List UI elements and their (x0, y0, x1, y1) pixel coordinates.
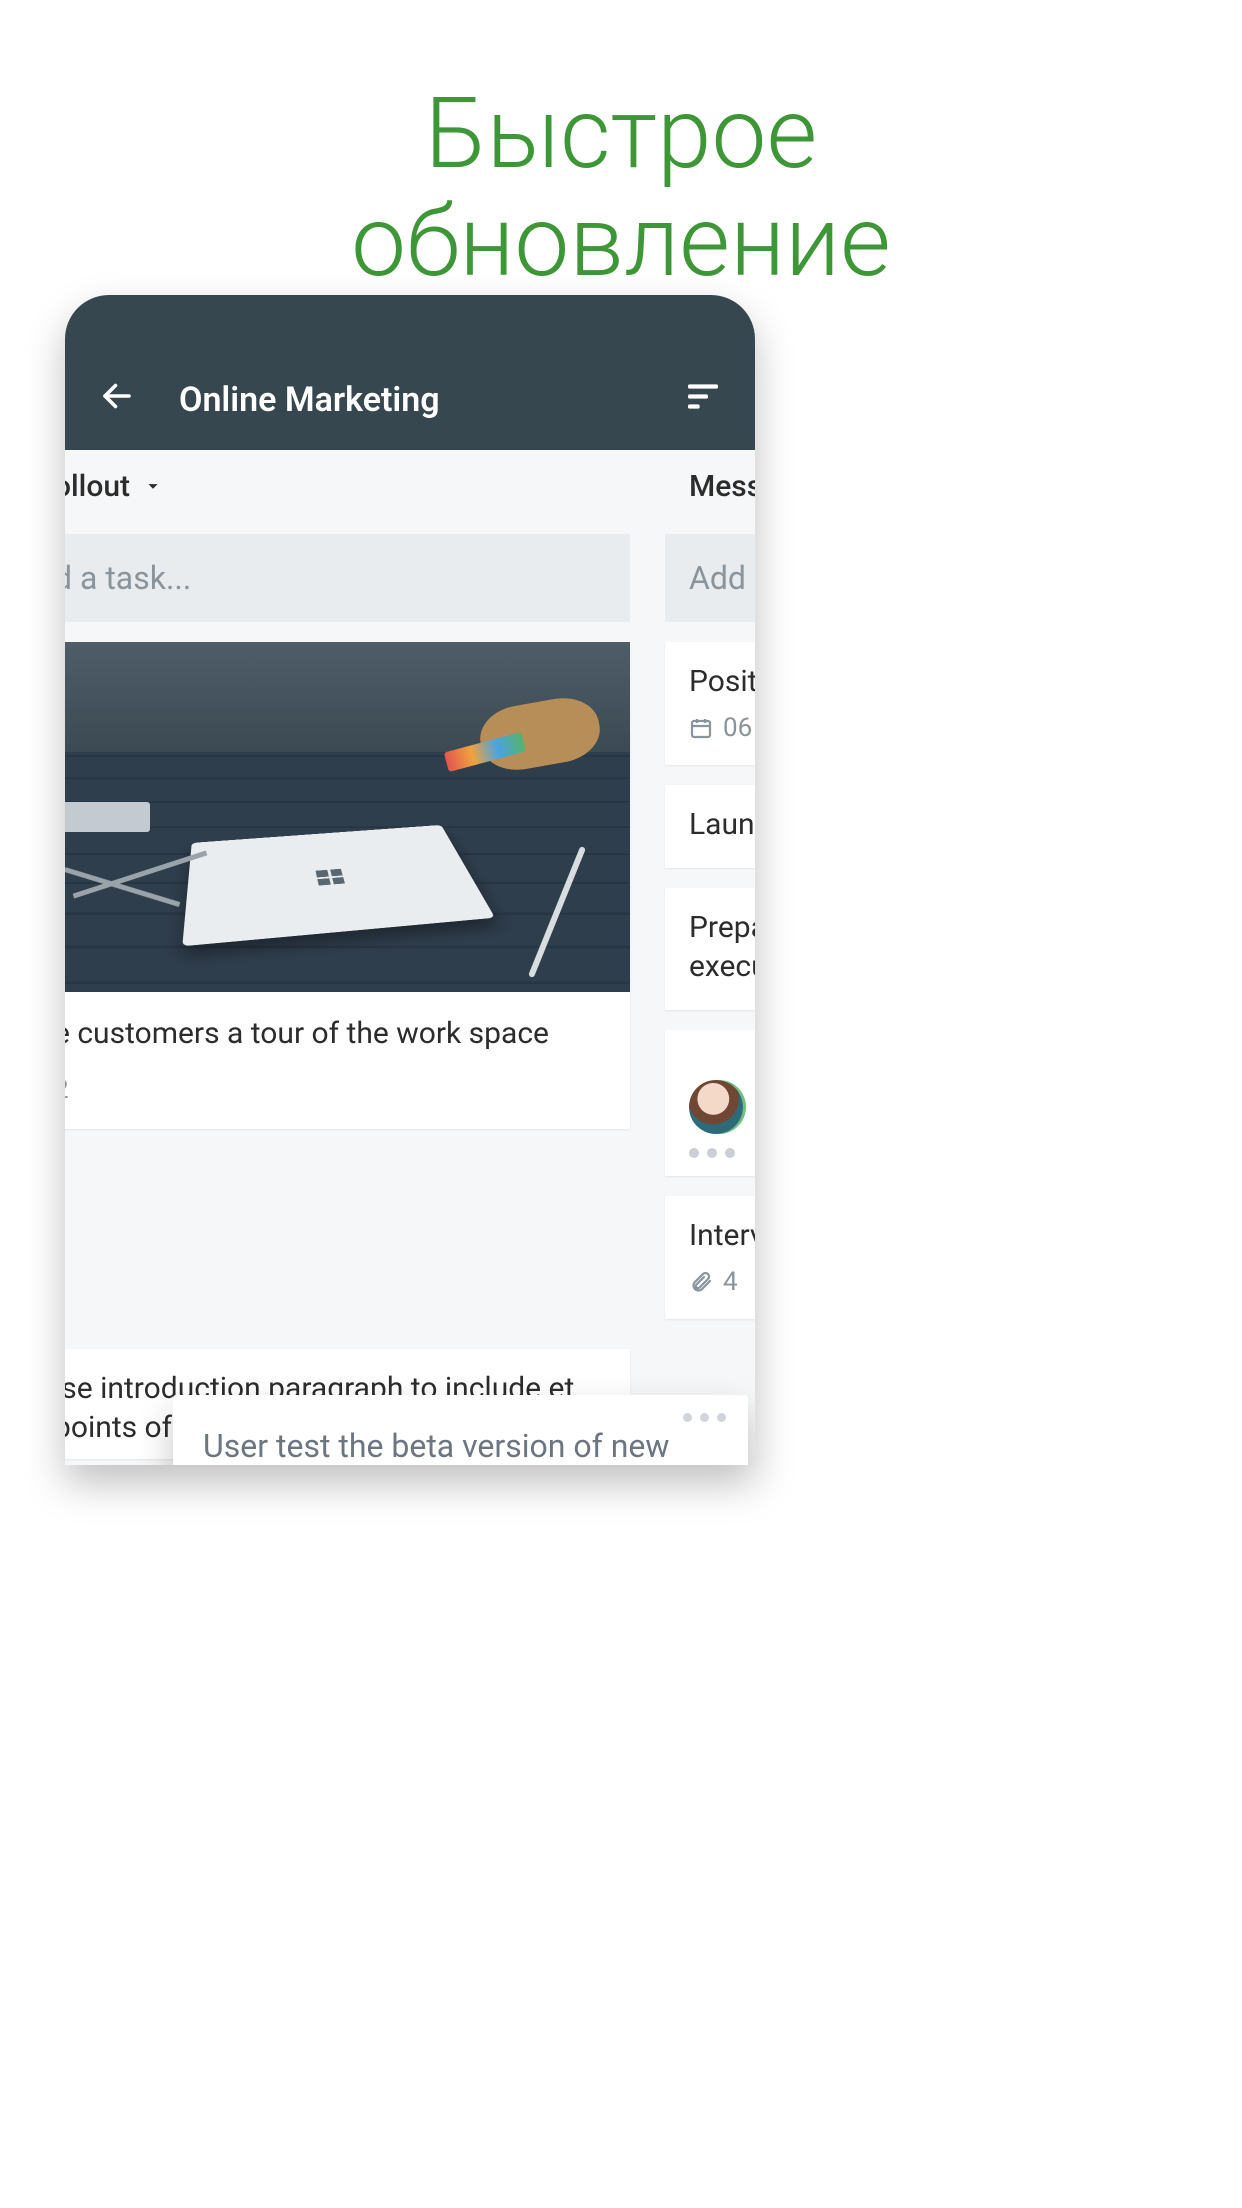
assignee-avatar (689, 1080, 743, 1134)
column-messaging: Messag Add a Posit 06 Laun (665, 450, 755, 1319)
column-header[interactable]: Messag (665, 450, 755, 522)
back-button[interactable] (93, 372, 141, 420)
chevron-down-icon (142, 475, 164, 497)
task-card[interactable]: Laun (665, 785, 755, 868)
add-task-input[interactable]: d a task... (65, 534, 630, 622)
add-task-input[interactable]: Add a (665, 534, 755, 622)
task-card[interactable]: Posit 06 (665, 642, 755, 765)
sort-button[interactable] (679, 372, 727, 420)
column-name: ollout (65, 469, 130, 504)
paperclip-icon (689, 1270, 713, 1294)
date-text: 06 (723, 713, 752, 743)
due-date: 06 (689, 713, 752, 743)
attachments: 4 (689, 1267, 738, 1297)
hero-line2: обновление (0, 188, 1242, 296)
column-rollout: ollout d a task... (65, 450, 630, 1459)
task-card[interactable]: Prepa execu (665, 888, 755, 1010)
drop-placeholder (65, 1129, 630, 1329)
add-task-placeholder: d a task... (65, 559, 191, 597)
hero-title: Быстрое обновление (0, 0, 1242, 296)
card-title: Posit (665, 642, 755, 713)
card-meta-text: 2 (65, 1075, 69, 1105)
card-title: Interv need (665, 1196, 755, 1267)
more-icon[interactable] (665, 1140, 755, 1172)
app-bar: Online Marketing (65, 295, 755, 450)
card-title: e customers a tour of the work space (65, 1014, 606, 1055)
add-task-placeholder: Add a (689, 559, 755, 597)
card-title: Prepa execu (665, 888, 755, 1010)
column-header[interactable]: ollout (65, 450, 630, 522)
column-name: Messag (689, 469, 755, 504)
dragging-card[interactable]: User test the beta version of new landin… (173, 1395, 748, 1465)
calendar-icon (689, 716, 713, 740)
arrow-left-icon (99, 378, 135, 414)
more-icon[interactable] (683, 1413, 726, 1422)
task-card[interactable]: Interv need 4 (665, 1196, 755, 1319)
task-card[interactable]: e customers a tour of the work space 2 (65, 642, 630, 1129)
device-frame: Online Marketing ollout d a task... (65, 295, 755, 1465)
attachments-count: 4 (723, 1267, 738, 1297)
page: Быстрое обновление Online Marketing ollo… (0, 0, 1242, 2208)
card-title: Laun (665, 785, 755, 868)
sort-icon (683, 376, 723, 416)
card-cover-image (65, 642, 630, 992)
app-title: Online Marketing (179, 380, 679, 420)
task-card[interactable] (665, 1030, 755, 1176)
board[interactable]: ollout d a task... (65, 450, 755, 1465)
card-title: User test the beta version of new landin… (203, 1425, 718, 1465)
hero-line1: Быстрое (0, 80, 1242, 188)
